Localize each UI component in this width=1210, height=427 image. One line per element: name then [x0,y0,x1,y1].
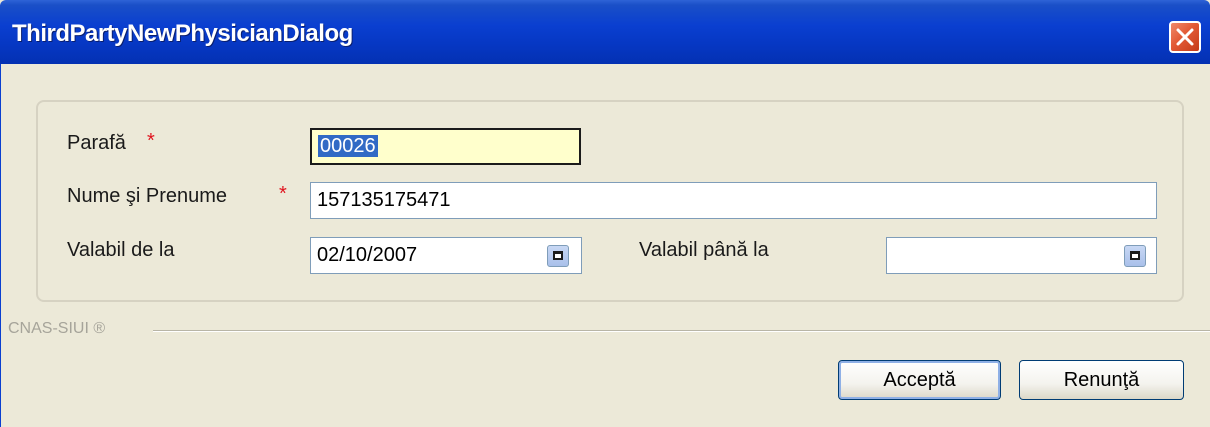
dialog-window: ThirdPartyNewPhysicianDialog Parafă * 00… [0,0,1210,427]
parafa-input[interactable]: 00026 [310,128,581,165]
valabil-de-la-input[interactable]: 02/10/2007 [310,237,582,274]
valabil-pana-la-label: Valabil până la [639,239,769,261]
cancel-button[interactable]: Renunţă [1019,360,1184,400]
close-button[interactable] [1169,21,1201,53]
required-marker: * [279,183,287,205]
accept-button[interactable]: Acceptă [838,360,1001,400]
valabil-de-la-value: 02/10/2007 [317,244,418,266]
footer-divider [153,330,1210,332]
footer-brand: CNAS-SIUI ® [8,320,106,337]
required-marker: * [147,130,155,152]
valabil-pana-la-input[interactable] [886,237,1157,274]
valabil-de-la-calendar-button[interactable] [547,245,569,267]
calendar-icon [553,251,563,260]
parafa-label: Parafă [67,132,126,154]
nume-prenume-input[interactable]: 157135175471 [310,182,1157,219]
title-bar[interactable]: ThirdPartyNewPhysicianDialog [0,0,1210,64]
valabil-de-la-label: Valabil de la [67,239,175,261]
nume-prenume-label: Nume şi Prenume [67,185,228,207]
window-title: ThirdPartyNewPhysicianDialog [12,20,353,47]
calendar-icon [1130,251,1140,260]
valabil-pana-la-calendar-button[interactable] [1124,245,1146,267]
close-icon [1176,28,1194,46]
parafa-value: 00026 [318,135,378,157]
